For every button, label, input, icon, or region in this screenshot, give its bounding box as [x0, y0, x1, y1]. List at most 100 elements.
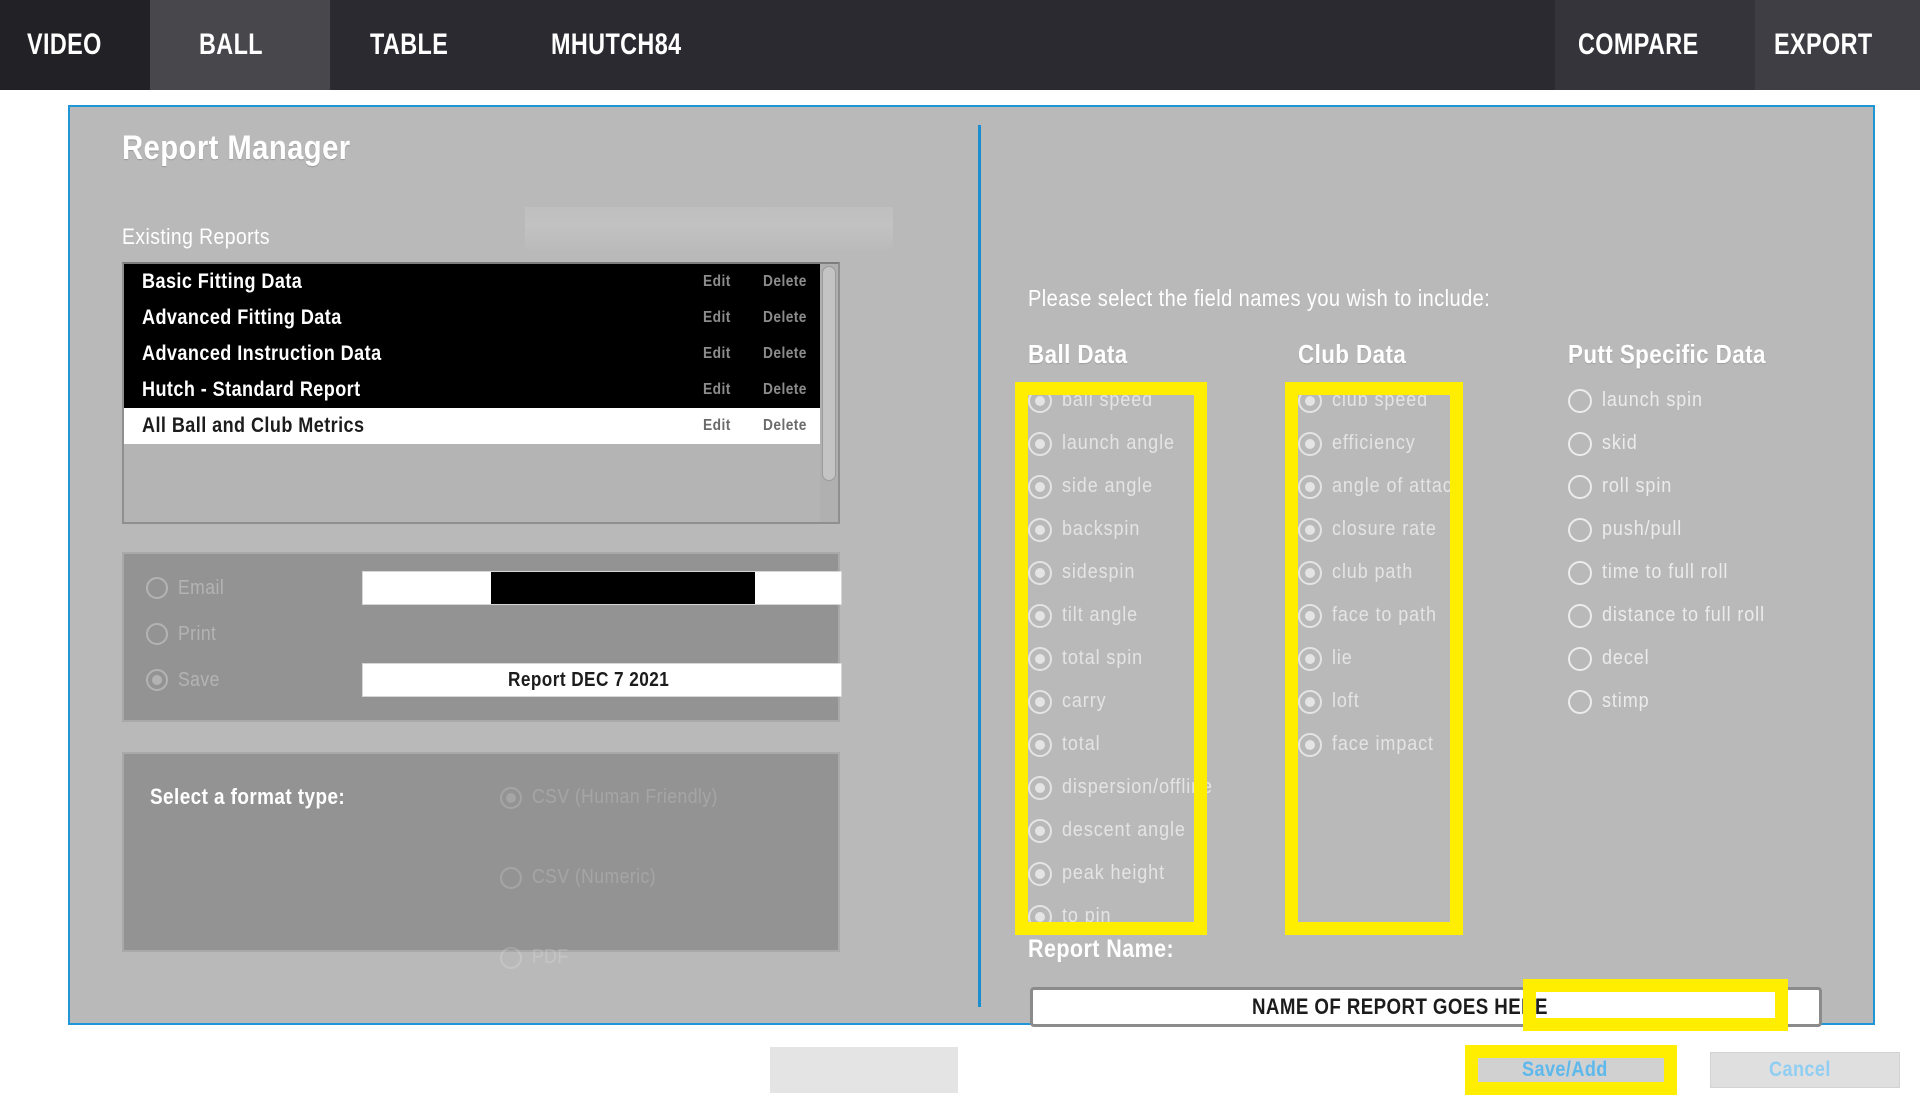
radio-print-icon [146, 623, 168, 645]
field-option-roll-spin[interactable]: roll spin [1568, 465, 1818, 508]
radio-option-csv-numeric[interactable]: CSV (Numeric) [500, 866, 673, 889]
nav-tab-table[interactable]: TABLE [330, 0, 510, 90]
report-list-scroll-thumb[interactable] [822, 266, 836, 481]
field-option-label: time to full roll [1602, 561, 1729, 583]
report-list-item-name: Hutch - Standard Report [142, 378, 361, 401]
field-option-launch-spin[interactable]: launch spin [1568, 379, 1818, 422]
radio-icon [1028, 474, 1052, 499]
field-option-tilt-angle[interactable]: tilt angle [1028, 594, 1278, 637]
field-option-stimp[interactable]: stimp [1568, 680, 1818, 723]
field-option-label: backspin [1062, 518, 1141, 540]
column-heading-club-data: Club Data [1298, 339, 1407, 369]
nav-tab-ball[interactable]: BALL [150, 0, 330, 90]
field-option-label: distance to full roll [1602, 604, 1765, 626]
report-delete-link[interactable]: Delete [754, 309, 824, 327]
radio-icon [1028, 904, 1052, 929]
nav-tab-compare-label: COMPARE [1577, 28, 1699, 61]
radio-save-label: Save [178, 668, 220, 691]
field-option-push-pull[interactable]: push/pull [1568, 508, 1818, 551]
report-list-item[interactable]: Advanced Instruction Data Edit Delete [124, 336, 824, 372]
report-name-input[interactable]: NAME OF REPORT GOES HERE [1030, 987, 1822, 1027]
field-option-face-to-path[interactable]: face to path [1298, 594, 1548, 637]
panel-vertical-divider [978, 125, 981, 1007]
report-list-item[interactable]: All Ball and Club Metrics Edit Delete [124, 408, 824, 444]
report-list-item-name: All Ball and Club Metrics [142, 414, 365, 437]
field-option-total[interactable]: total [1028, 723, 1278, 766]
field-option-angle-of-attack[interactable]: angle of attack [1298, 465, 1548, 508]
radio-option-print[interactable]: Print [146, 623, 326, 646]
field-option-label: launch angle [1062, 432, 1175, 454]
report-name-placeholder: NAME OF REPORT GOES HERE [1251, 994, 1548, 1019]
field-option-peak-height[interactable]: peak height [1028, 852, 1278, 895]
field-option-label: total [1062, 733, 1101, 755]
delivery-method-group: Email Print Save Report DEC 7 2021 [122, 552, 842, 722]
left-ghost-button[interactable] [770, 1047, 958, 1093]
report-list-scrollbar[interactable] [820, 264, 838, 522]
report-edit-link[interactable]: Edit [684, 417, 754, 435]
email-address-input[interactable] [362, 571, 842, 605]
report-edit-link[interactable]: Edit [684, 381, 754, 399]
nav-tab-table-label: TABLE [369, 28, 449, 61]
report-edit-link[interactable]: Edit [684, 273, 754, 291]
field-option-club-speed[interactable]: club speed [1298, 379, 1548, 422]
field-option-sidespin[interactable]: sidespin [1028, 551, 1278, 594]
report-list-item[interactable]: Advanced Fitting Data Edit Delete [124, 300, 824, 336]
report-edit-link[interactable]: Edit [684, 345, 754, 363]
field-option-face-impact[interactable]: face impact [1298, 723, 1548, 766]
field-option-label: angle of attack [1332, 475, 1463, 497]
report-edit-link[interactable]: Edit [684, 309, 754, 327]
field-option-distance-to-full-roll[interactable]: distance to full roll [1568, 594, 1818, 637]
radio-icon [1568, 560, 1592, 585]
field-option-decel[interactable]: decel [1568, 637, 1818, 680]
radio-option-csv-human-friendly[interactable]: CSV (Human Friendly) [500, 786, 743, 809]
field-option-total-spin[interactable]: total spin [1028, 637, 1278, 680]
field-option-label: dispersion/offline [1062, 776, 1213, 798]
save-add-button-label: Save/Add [1522, 1058, 1608, 1081]
radio-option-pdf[interactable]: PDF [500, 946, 574, 969]
field-option-closure-rate[interactable]: closure rate [1298, 508, 1548, 551]
field-option-ball-speed[interactable]: ball speed [1028, 379, 1278, 422]
report-delete-link[interactable]: Delete [754, 417, 824, 435]
field-option-side-angle[interactable]: side angle [1028, 465, 1278, 508]
cancel-button[interactable]: Cancel [1710, 1052, 1900, 1088]
nav-tab-user-account[interactable]: MHUTCH84 [510, 0, 760, 90]
report-list-item-name: Advanced Fitting Data [142, 306, 342, 329]
report-list-item-name: Basic Fitting Data [142, 270, 303, 293]
field-option-descent-angle[interactable]: descent angle [1028, 809, 1278, 852]
radio-icon [1028, 689, 1052, 714]
radio-option-save[interactable]: Save [146, 669, 326, 692]
radio-icon [1298, 689, 1322, 714]
field-option-efficiency[interactable]: efficiency [1298, 422, 1548, 465]
field-option-launch-angle[interactable]: launch angle [1028, 422, 1278, 465]
report-list-item[interactable]: Basic Fitting Data Edit Delete [124, 264, 824, 300]
field-option-skid[interactable]: skid [1568, 422, 1818, 465]
save-filename-value: Report DEC 7 2021 [508, 668, 670, 691]
field-option-lie[interactable]: lie [1298, 637, 1548, 680]
save-filename-input[interactable]: Report DEC 7 2021 [362, 663, 842, 697]
nav-tab-video[interactable]: VIDEO [0, 0, 150, 90]
delivery-row-print: Print [124, 612, 838, 656]
radio-icon [1298, 388, 1322, 413]
field-option-carry[interactable]: carry [1028, 680, 1278, 723]
top-navigation-bar: VIDEO BALL TABLE MHUTCH84 COMPARE EXPORT [0, 0, 1920, 90]
save-add-button[interactable]: Save/Add [1477, 1052, 1667, 1088]
radio-option-email[interactable]: Email [146, 577, 326, 600]
field-option-label: push/pull [1602, 518, 1683, 540]
field-option-time-to-full-roll[interactable]: time to full roll [1568, 551, 1818, 594]
field-option-loft[interactable]: loft [1298, 680, 1548, 723]
field-option-to-pin[interactable]: to pin [1028, 895, 1278, 938]
field-option-dispersion-offline[interactable]: dispersion/offline [1028, 766, 1278, 809]
radio-icon [1028, 775, 1052, 800]
nav-tab-compare[interactable]: COMPARE [1555, 0, 1755, 90]
report-delete-link[interactable]: Delete [754, 345, 824, 363]
nav-tab-export[interactable]: EXPORT [1755, 0, 1920, 90]
report-delete-link[interactable]: Delete [754, 273, 824, 291]
field-option-club-path[interactable]: club path [1298, 551, 1548, 594]
radio-icon [1568, 474, 1592, 499]
report-delete-link[interactable]: Delete [754, 381, 824, 399]
field-option-backspin[interactable]: backspin [1028, 508, 1278, 551]
report-name-label: Report Name: [1028, 935, 1175, 963]
field-column-club-data: club speed efficiency angle of attack closu… [1298, 379, 1548, 766]
report-list-item[interactable]: Hutch - Standard Report Edit Delete [124, 372, 824, 408]
column-heading-ball-data: Ball Data [1028, 339, 1128, 369]
